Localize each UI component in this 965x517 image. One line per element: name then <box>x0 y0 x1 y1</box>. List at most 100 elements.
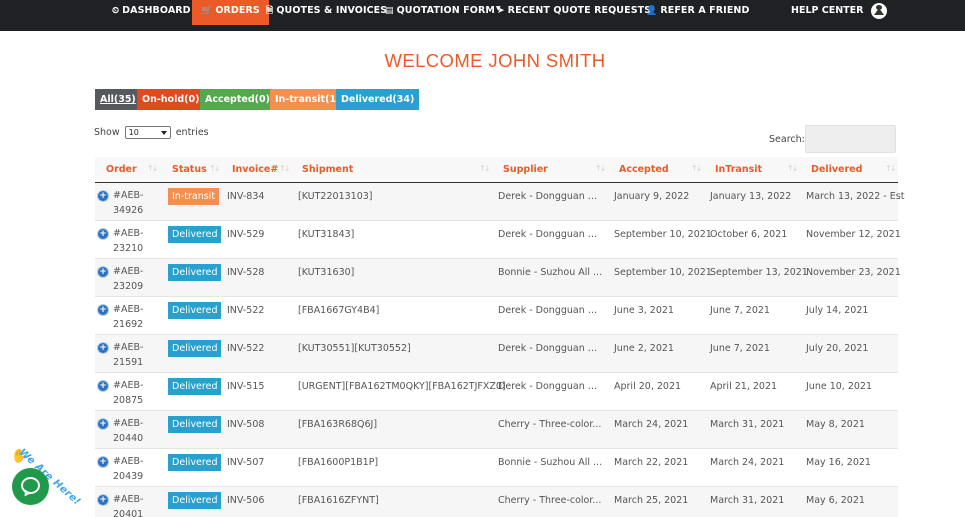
col-invoice[interactable]: Invoice# <box>232 157 278 182</box>
top-navbar: ⏲ DASHBOARD 🛒 ORDERS 🗎 QUOTES & INVOICES ▤ Q… <box>0 0 965 31</box>
order-cell: #AEB- 23209 <box>113 264 143 294</box>
filter-all-button[interactable]: All(35) <box>95 89 141 110</box>
table-row[interactable]: + #AEB- 23209 Delivered INV-528 [KUT31630] Bon… <box>95 259 901 297</box>
accepted-date-cell: March 22, 2021 <box>614 457 689 468</box>
order-prefix: #AEB- <box>113 456 144 467</box>
invoice-cell: INV-834 <box>227 191 265 202</box>
table-row[interactable]: + #AEB- 20439 Delivered INV-507 [FBA1600P1B1P… <box>95 449 898 487</box>
nav-quotes-invoices[interactable]: 🗎 QUOTES & INVOICES <box>266 0 387 25</box>
status-badge: Delivered <box>168 302 222 319</box>
status-badge: Delivered <box>168 492 222 509</box>
order-cell: #AEB- 20401 <box>113 492 143 517</box>
table-row[interactable]: + #AEB- 21591 Delivered INV-522 [KUT30551][KU… <box>95 335 898 373</box>
invoice-cell: INV-529 <box>227 229 265 240</box>
order-number: 20440 <box>113 433 144 444</box>
status-badge: Delivered <box>168 340 222 357</box>
table-header: Order ↑↓ Status ↑↓ Invoice# ↑↓ Shipment ↑↓ S… <box>95 157 898 183</box>
table-row[interactable]: + #AEB- 34926 In-transit INV-834 [KUT22013103… <box>95 183 904 221</box>
order-prefix: #AEB- <box>113 418 144 429</box>
search-label: Search: <box>769 134 805 145</box>
table-row[interactable]: + #AEB- 21692 Delivered INV-522 [FBA1667GY4B4… <box>95 297 898 335</box>
search-input[interactable] <box>805 125 896 153</box>
supplier-cell: Bonnie - Suzhou All ... <box>498 267 603 278</box>
order-number: 21591 <box>113 357 144 368</box>
expand-row-icon[interactable]: + <box>98 191 108 201</box>
shipment-cell: [KUT22013103] <box>298 191 373 202</box>
table-row[interactable]: + #AEB- 23210 Delivered INV-529 [KUT31843] Der… <box>95 221 901 259</box>
dashboard-icon: ⏲ <box>112 6 120 16</box>
expand-row-icon[interactable]: + <box>98 229 108 239</box>
col-status[interactable]: Status <box>172 157 207 182</box>
expand-row-icon[interactable]: + <box>98 457 108 467</box>
order-number: 21692 <box>113 319 144 330</box>
filter-delivered-button[interactable]: Delivered(34) <box>336 89 420 110</box>
status-badge: Delivered <box>168 454 222 471</box>
nav-recent-quote-requests[interactable]: ➤ RECENT QUOTE REQUESTS <box>497 0 651 25</box>
order-prefix: #AEB- <box>113 494 144 505</box>
order-cell: #AEB- 20440 <box>113 416 143 446</box>
expand-row-icon[interactable]: + <box>98 305 108 315</box>
filter-on-hold-button[interactable]: On-hold(0) <box>137 89 205 110</box>
supplier-cell: Derek - Dongguan Cit... <box>498 343 603 354</box>
nav-orders[interactable]: 🛒 ORDERS <box>192 0 269 25</box>
col-delivered[interactable]: Delivered <box>811 157 862 182</box>
order-number: 20439 <box>113 471 144 482</box>
chat-widget-button[interactable] <box>12 468 49 505</box>
delivered-date-cell: June 10, 2021 <box>806 381 873 392</box>
nav-quotation-form[interactable]: ▤ QUOTATION FORM▾ <box>385 0 501 25</box>
shipment-cell: [KUT31630] <box>298 267 355 278</box>
order-number: 23209 <box>113 281 144 292</box>
nav-refer-friend[interactable]: 👤 REFER A FRIEND <box>646 0 749 25</box>
supplier-cell: Cherry - Three-color... <box>498 495 602 506</box>
help-center-link[interactable]: HELP CENTER <box>791 0 863 22</box>
nav-orders-label: ORDERS <box>215 5 260 16</box>
intransit-date-cell: June 7, 2021 <box>710 305 770 316</box>
sort-icon: ↑↓ <box>147 164 158 173</box>
expand-row-icon[interactable]: + <box>98 419 108 429</box>
order-prefix: #AEB- <box>113 304 144 315</box>
show-entries: Show 10 entries <box>94 126 209 139</box>
intransit-date-cell: March 31, 2021 <box>710 419 785 430</box>
avatar[interactable] <box>871 3 887 19</box>
accepted-date-cell: September 10, 2021 <box>614 267 712 278</box>
show-prefix: Show <box>94 127 120 138</box>
order-cell: #AEB- 20875 <box>113 378 143 408</box>
form-icon: ▤ <box>385 6 394 16</box>
col-supplier[interactable]: Supplier <box>503 157 548 182</box>
expand-row-icon[interactable]: + <box>98 343 108 353</box>
expand-row-icon[interactable]: + <box>98 495 108 505</box>
nav-dashboard[interactable]: ⏲ DASHBOARD <box>112 0 191 25</box>
order-cell: #AEB- 34926 <box>113 188 143 218</box>
delivered-date-cell: November 12, 2021 <box>806 229 901 240</box>
table-row[interactable]: + #AEB- 20440 Delivered INV-508 [FBA163R68Q6J… <box>95 411 898 449</box>
expand-row-icon[interactable]: + <box>98 267 108 277</box>
sort-icon: ↑↓ <box>209 164 220 173</box>
col-order[interactable]: Order <box>106 157 137 182</box>
sort-icon: ↑↓ <box>479 164 490 173</box>
expand-row-icon[interactable]: + <box>98 381 108 391</box>
sort-icon: ↑↓ <box>595 164 606 173</box>
file-icon: 🗎 <box>266 6 274 16</box>
col-intransit[interactable]: InTransit <box>715 157 762 182</box>
col-accepted[interactable]: Accepted <box>619 157 669 182</box>
sort-icon: ↑↓ <box>691 164 702 173</box>
supplier-cell: Bonnie - Suzhou All ... <box>498 457 603 468</box>
status-badge: Delivered <box>168 226 222 243</box>
order-prefix: #AEB- <box>113 380 144 391</box>
intransit-date-cell: April 21, 2021 <box>710 381 778 392</box>
entries-select[interactable]: 10 <box>124 126 171 139</box>
nav-quotes-label: QUOTES & INVOICES <box>276 5 388 16</box>
table-row[interactable]: + #AEB- 20875 Delivered INV-515 [URGENT][FBA1… <box>95 373 898 411</box>
invoice-cell: INV-508 <box>227 419 265 430</box>
invoice-cell: INV-506 <box>227 495 265 506</box>
col-shipment[interactable]: Shipment <box>302 157 353 182</box>
status-badge: Delivered <box>168 416 222 433</box>
supplier-cell: Derek - Dongguan Cit... <box>498 229 603 240</box>
table-row[interactable]: + #AEB- 20401 Delivered INV-506 [FBA1616ZFYNT… <box>95 487 898 517</box>
status-badge: Delivered <box>168 378 222 395</box>
filter-in-transit-button[interactable]: In-transit(1) <box>270 89 346 110</box>
status-badge: Delivered <box>168 264 222 281</box>
send-icon: ➤ <box>497 6 505 16</box>
supplier-cell: Derek - Dongguan Cit... <box>498 305 603 316</box>
filter-accepted-button[interactable]: Accepted(0) <box>200 89 275 110</box>
